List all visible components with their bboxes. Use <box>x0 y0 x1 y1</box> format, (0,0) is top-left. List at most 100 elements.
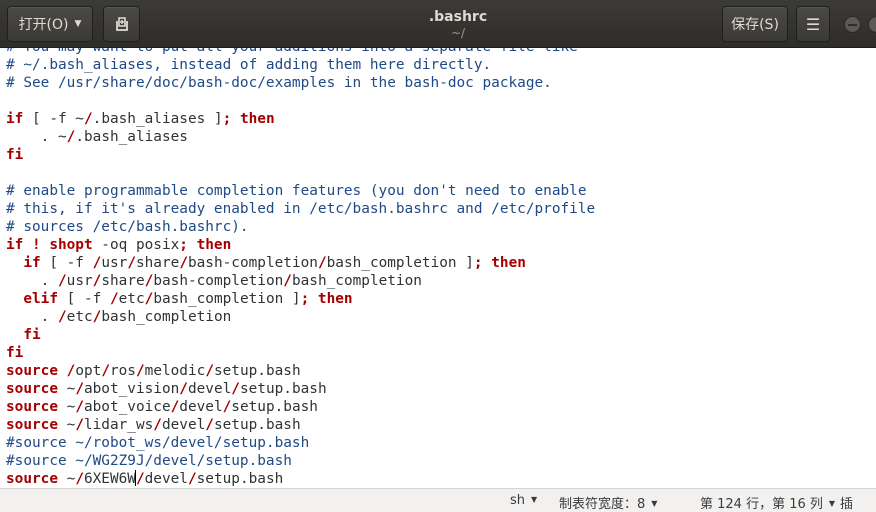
code-keyword: / <box>205 417 214 433</box>
chevron-down-icon: ▼ <box>531 495 538 504</box>
code-text: setup.bash <box>231 399 318 415</box>
code-lines: # You may want to put all your additions… <box>6 48 595 488</box>
open-button[interactable]: 打开(O) ▼ <box>7 6 93 42</box>
code-comment: # You may want to put all your additions… <box>6 48 578 55</box>
code-keyword: / <box>75 417 84 433</box>
text-editor[interactable]: # You may want to put all your additions… <box>0 48 876 488</box>
code-text: devel <box>187 381 232 397</box>
code-keyword: fi <box>23 327 41 343</box>
code-keyword: if <box>23 255 41 271</box>
code-text: setup.bash <box>239 381 327 397</box>
code-line: # enable programmable completion feature… <box>6 182 595 200</box>
code-keyword: / <box>170 399 180 415</box>
code-line: # this, if it's already enabled in /etc/… <box>6 200 595 218</box>
code-keyword: / <box>92 255 102 271</box>
code-text: ~ <box>57 399 76 415</box>
code-text: melodic <box>144 363 206 379</box>
code-keyword: / <box>205 363 214 379</box>
code-text: usr <box>101 255 128 271</box>
code-keyword: / <box>101 363 110 379</box>
code-text: 6XEW6W <box>83 471 136 487</box>
save-button[interactable]: 保存(S) <box>722 6 788 42</box>
code-text: share <box>135 255 180 271</box>
code-text: bash_completion ] <box>153 291 301 307</box>
code-text: -oq posix <box>92 237 180 253</box>
code-text: bash-completion <box>153 273 284 289</box>
code-keyword: ; then <box>222 111 275 127</box>
tab-width-selector[interactable]: 制表符宽度：8 ▼ <box>559 493 657 512</box>
code-keyword: / <box>222 399 232 415</box>
code-keyword: ; then <box>300 291 353 307</box>
insert-mode-indicator[interactable]: 插 <box>840 493 853 512</box>
code-text: lidar_ws <box>83 417 154 433</box>
code-keyword: / <box>144 291 154 307</box>
code-line: if ! shopt -oq posix; then <box>6 236 595 254</box>
status-bar: sh ▼ 制表符宽度：8 ▼ 第 124 行，第 16 列 ▼ 插 <box>0 488 876 512</box>
code-keyword: if <box>6 111 24 127</box>
code-keyword: / <box>57 273 67 289</box>
code-keyword: / <box>57 309 67 325</box>
code-line: if [ -f ~/.bash_aliases ]; then <box>6 110 595 128</box>
code-text: devel <box>144 471 188 487</box>
code-line: . /usr/share/bash-completion/bash_comple… <box>6 272 595 290</box>
code-keyword: source <box>6 417 58 433</box>
code-text: devel <box>179 399 223 415</box>
language-label: sh <box>510 493 526 508</box>
chevron-down-icon: ▼ <box>651 499 658 508</box>
cursor-position-selector[interactable]: 第 124 行，第 16 列 ▼ <box>700 493 835 512</box>
cursor-position-label: 第 124 行，第 16 列 <box>700 497 823 512</box>
code-text: etc <box>66 309 93 325</box>
code-line: if [ -f /usr/share/bash-completion/bash_… <box>6 254 595 272</box>
code-keyword: ; then <box>473 255 526 271</box>
code-text: bash-completion <box>187 255 318 271</box>
code-text: . <box>6 273 58 289</box>
header-bar: 打开(O) ▼ .bashrc ~/ 保存(S) ☰ <box>0 0 876 48</box>
code-comment: # this, if it's already enabled in /etc/… <box>6 201 596 217</box>
code-keyword: ; then <box>179 237 232 253</box>
code-line: #source ~/robot_ws/devel/setup.bash <box>6 434 595 452</box>
code-line: source ~/abot_vision/devel/setup.bash <box>6 380 595 398</box>
code-line: # You may want to put all your additions… <box>6 48 595 56</box>
code-text: abot_voice <box>83 399 171 415</box>
code-line: fi <box>6 344 595 362</box>
maximize-window-button[interactable] <box>868 16 876 33</box>
document-path: ~/ <box>450 26 466 40</box>
code-comment: #source ~/WG2Z9J/devel/setup.bash <box>6 453 292 469</box>
document-title: .bashrc <box>428 9 488 25</box>
code-line: elif [ -f /etc/bash_completion ]; then <box>6 290 595 308</box>
code-line: # sources /etc/bash.bashrc). <box>6 218 595 236</box>
code-text: .bash_aliases ] <box>92 111 223 127</box>
insert-mode-label: 插 <box>840 497 854 512</box>
tab-width-label: 制表符宽度：8 <box>559 497 646 512</box>
code-text: [ -f ~ <box>23 111 84 127</box>
code-keyword: elif <box>23 291 58 307</box>
chevron-down-icon: ▼ <box>74 19 82 29</box>
open-button-label: 打开(O) <box>18 17 69 33</box>
new-document-button[interactable] <box>103 6 140 42</box>
minimize-window-button[interactable] <box>844 16 861 33</box>
code-text: ~ <box>57 381 76 397</box>
code-text: setup.bash <box>213 417 301 433</box>
code-keyword: fi <box>6 345 24 361</box>
code-keyword: / <box>283 273 292 289</box>
code-keyword: fi <box>6 147 24 163</box>
code-text: opt <box>75 363 102 379</box>
code-keyword: / <box>231 381 240 397</box>
language-selector[interactable]: sh ▼ <box>510 493 537 508</box>
code-keyword: / <box>75 399 84 415</box>
code-text: . <box>6 309 58 325</box>
code-line: source ~/abot_voice/devel/setup.bash <box>6 398 595 416</box>
code-keyword: / <box>153 417 162 433</box>
hamburger-menu-button[interactable]: ☰ <box>796 6 830 42</box>
code-keyword: / <box>135 363 145 379</box>
code-comment: # enable programmable completion feature… <box>6 183 587 199</box>
code-text: ros <box>109 363 136 379</box>
code-keyword: source <box>6 399 58 415</box>
code-text: . ~ <box>6 129 67 145</box>
code-text: [ -f <box>40 255 93 271</box>
code-keyword: / <box>135 471 145 487</box>
code-keyword: if ! shopt <box>6 237 93 253</box>
